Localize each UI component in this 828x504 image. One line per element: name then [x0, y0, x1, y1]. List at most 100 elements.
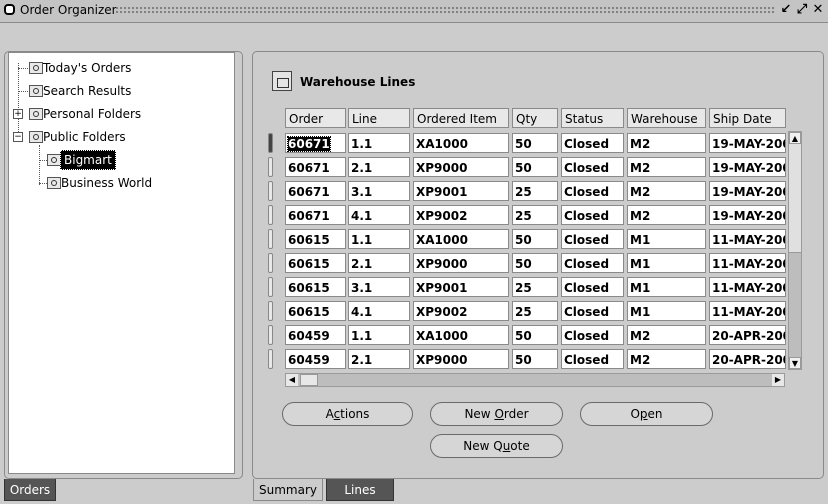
row-indicator[interactable]: [268, 205, 273, 225]
cell-qty[interactable]: 50: [512, 133, 558, 153]
system-menu-icon[interactable]: [4, 4, 15, 15]
cell-order[interactable]: 60671: [285, 205, 346, 225]
row-indicator[interactable]: [268, 301, 273, 321]
cell-qty[interactable]: 25: [512, 181, 558, 201]
cell-qty[interactable]: 25: [512, 301, 558, 321]
cell-ordered-item[interactable]: XP9002: [413, 205, 509, 225]
folder-edit-icon[interactable]: [272, 71, 292, 91]
scroll-left-icon[interactable]: ◀: [286, 374, 298, 386]
row-indicator[interactable]: [268, 277, 273, 297]
row-indicator[interactable]: [268, 181, 273, 201]
cell-status[interactable]: Closed: [561, 349, 624, 369]
cell-ship-date[interactable]: 20-APR-2005: [709, 325, 786, 345]
cell-warehouse[interactable]: M2: [627, 325, 706, 345]
row-indicator[interactable]: [268, 349, 273, 369]
cell-qty[interactable]: 50: [512, 157, 558, 177]
column-header-warehouse[interactable]: Warehouse: [627, 108, 706, 128]
tab-orders[interactable]: Orders: [4, 479, 56, 501]
scroll-up-icon[interactable]: ▲: [789, 132, 801, 144]
row-indicator[interactable]: [268, 229, 273, 249]
cell-order[interactable]: 60615: [285, 277, 346, 297]
cell-line[interactable]: 4.1: [348, 205, 410, 225]
maximize-icon[interactable]: ⤢: [794, 2, 810, 18]
actions-button[interactable]: Actions: [282, 402, 413, 426]
scroll-down-icon[interactable]: ▼: [789, 357, 801, 369]
close-icon[interactable]: ✕: [810, 2, 826, 18]
collapse-icon[interactable]: −: [13, 132, 23, 142]
cell-line[interactable]: 3.1: [348, 181, 410, 201]
cell-warehouse[interactable]: M1: [627, 301, 706, 321]
column-header-ordered-item[interactable]: Ordered Item: [413, 108, 509, 128]
cell-ship-date[interactable]: 11-MAY-2005: [709, 229, 786, 249]
cell-ship-date[interactable]: 19-MAY-2005: [709, 157, 786, 177]
cell-line[interactable]: 1.1: [348, 229, 410, 249]
cell-warehouse[interactable]: M2: [627, 349, 706, 369]
cell-line[interactable]: 1.1: [348, 325, 410, 345]
cell-warehouse[interactable]: M1: [627, 277, 706, 297]
cell-ordered-item[interactable]: XA1000: [413, 229, 509, 249]
cell-ordered-item[interactable]: XP9000: [413, 349, 509, 369]
column-header-qty[interactable]: Qty: [512, 108, 558, 128]
cell-qty[interactable]: 50: [512, 349, 558, 369]
cell-qty[interactable]: 50: [512, 229, 558, 249]
cell-ordered-item[interactable]: XP9002: [413, 301, 509, 321]
cell-line[interactable]: 4.1: [348, 301, 410, 321]
cell-ordered-item[interactable]: XA1000: [413, 325, 509, 345]
cell-ordered-item[interactable]: XP9001: [413, 181, 509, 201]
cell-ordered-item[interactable]: XP9001: [413, 277, 509, 297]
cell-order[interactable]: 60615: [285, 253, 346, 273]
row-indicator[interactable]: [268, 133, 273, 153]
cell-status[interactable]: Closed: [561, 277, 624, 297]
cell-warehouse[interactable]: M2: [627, 157, 706, 177]
column-header-order[interactable]: Order: [285, 108, 346, 128]
cell-ship-date[interactable]: 19-MAY-2005: [709, 133, 786, 153]
cell-ship-date[interactable]: 19-MAY-2005: [709, 181, 786, 201]
cell-qty[interactable]: 50: [512, 325, 558, 345]
cell-qty[interactable]: 25: [512, 205, 558, 225]
cell-warehouse[interactable]: M1: [627, 229, 706, 249]
cell-qty[interactable]: 25: [512, 277, 558, 297]
column-header-line[interactable]: Line: [348, 108, 410, 128]
cell-line[interactable]: 2.1: [348, 253, 410, 273]
cell-order[interactable]: 60459: [285, 325, 346, 345]
cell-ship-date[interactable]: 19-MAY-2005: [709, 205, 786, 225]
minimize-icon[interactable]: ↙: [778, 2, 794, 18]
cell-status[interactable]: Closed: [561, 301, 624, 321]
cell-order[interactable]: 60671: [285, 133, 346, 153]
cell-order[interactable]: 60671: [285, 157, 346, 177]
row-indicator[interactable]: [268, 157, 273, 177]
cell-ship-date[interactable]: 20-APR-2005: [709, 349, 786, 369]
cell-line[interactable]: 3.1: [348, 277, 410, 297]
cell-line[interactable]: 1.1: [348, 133, 410, 153]
row-indicator[interactable]: [268, 325, 273, 345]
row-indicator[interactable]: [268, 253, 273, 273]
cell-ship-date[interactable]: 11-MAY-2005: [709, 301, 786, 321]
scroll-thumb[interactable]: [300, 374, 318, 386]
cell-warehouse[interactable]: M1: [627, 253, 706, 273]
cell-line[interactable]: 2.1: [348, 349, 410, 369]
cell-warehouse[interactable]: M2: [627, 181, 706, 201]
cell-order[interactable]: 60459: [285, 349, 346, 369]
cell-status[interactable]: Closed: [561, 229, 624, 249]
cell-ordered-item[interactable]: XP9000: [413, 157, 509, 177]
cell-line[interactable]: 2.1: [348, 157, 410, 177]
cell-status[interactable]: Closed: [561, 181, 624, 201]
scroll-thumb[interactable]: [789, 252, 801, 359]
cell-status[interactable]: Closed: [561, 253, 624, 273]
cell-order[interactable]: 60615: [285, 229, 346, 249]
new-order-button[interactable]: New Order: [430, 402, 563, 426]
cell-warehouse[interactable]: M2: [627, 133, 706, 153]
cell-ordered-item[interactable]: XA1000: [413, 133, 509, 153]
scroll-right-icon[interactable]: ▶: [772, 374, 784, 386]
open-button[interactable]: Open: [580, 402, 713, 426]
cell-ship-date[interactable]: 11-MAY-2005: [709, 253, 786, 273]
column-header-ship-date[interactable]: Ship Date: [709, 108, 786, 128]
tab-summary[interactable]: Summary: [253, 479, 323, 501]
horizontal-scrollbar[interactable]: ◀ ▶: [285, 373, 785, 387]
cell-status[interactable]: Closed: [561, 157, 624, 177]
tab-lines[interactable]: Lines: [326, 479, 394, 501]
cell-order[interactable]: 60615: [285, 301, 346, 321]
cell-warehouse[interactable]: M2: [627, 205, 706, 225]
cell-status[interactable]: Closed: [561, 325, 624, 345]
column-header-status[interactable]: Status: [561, 108, 624, 128]
